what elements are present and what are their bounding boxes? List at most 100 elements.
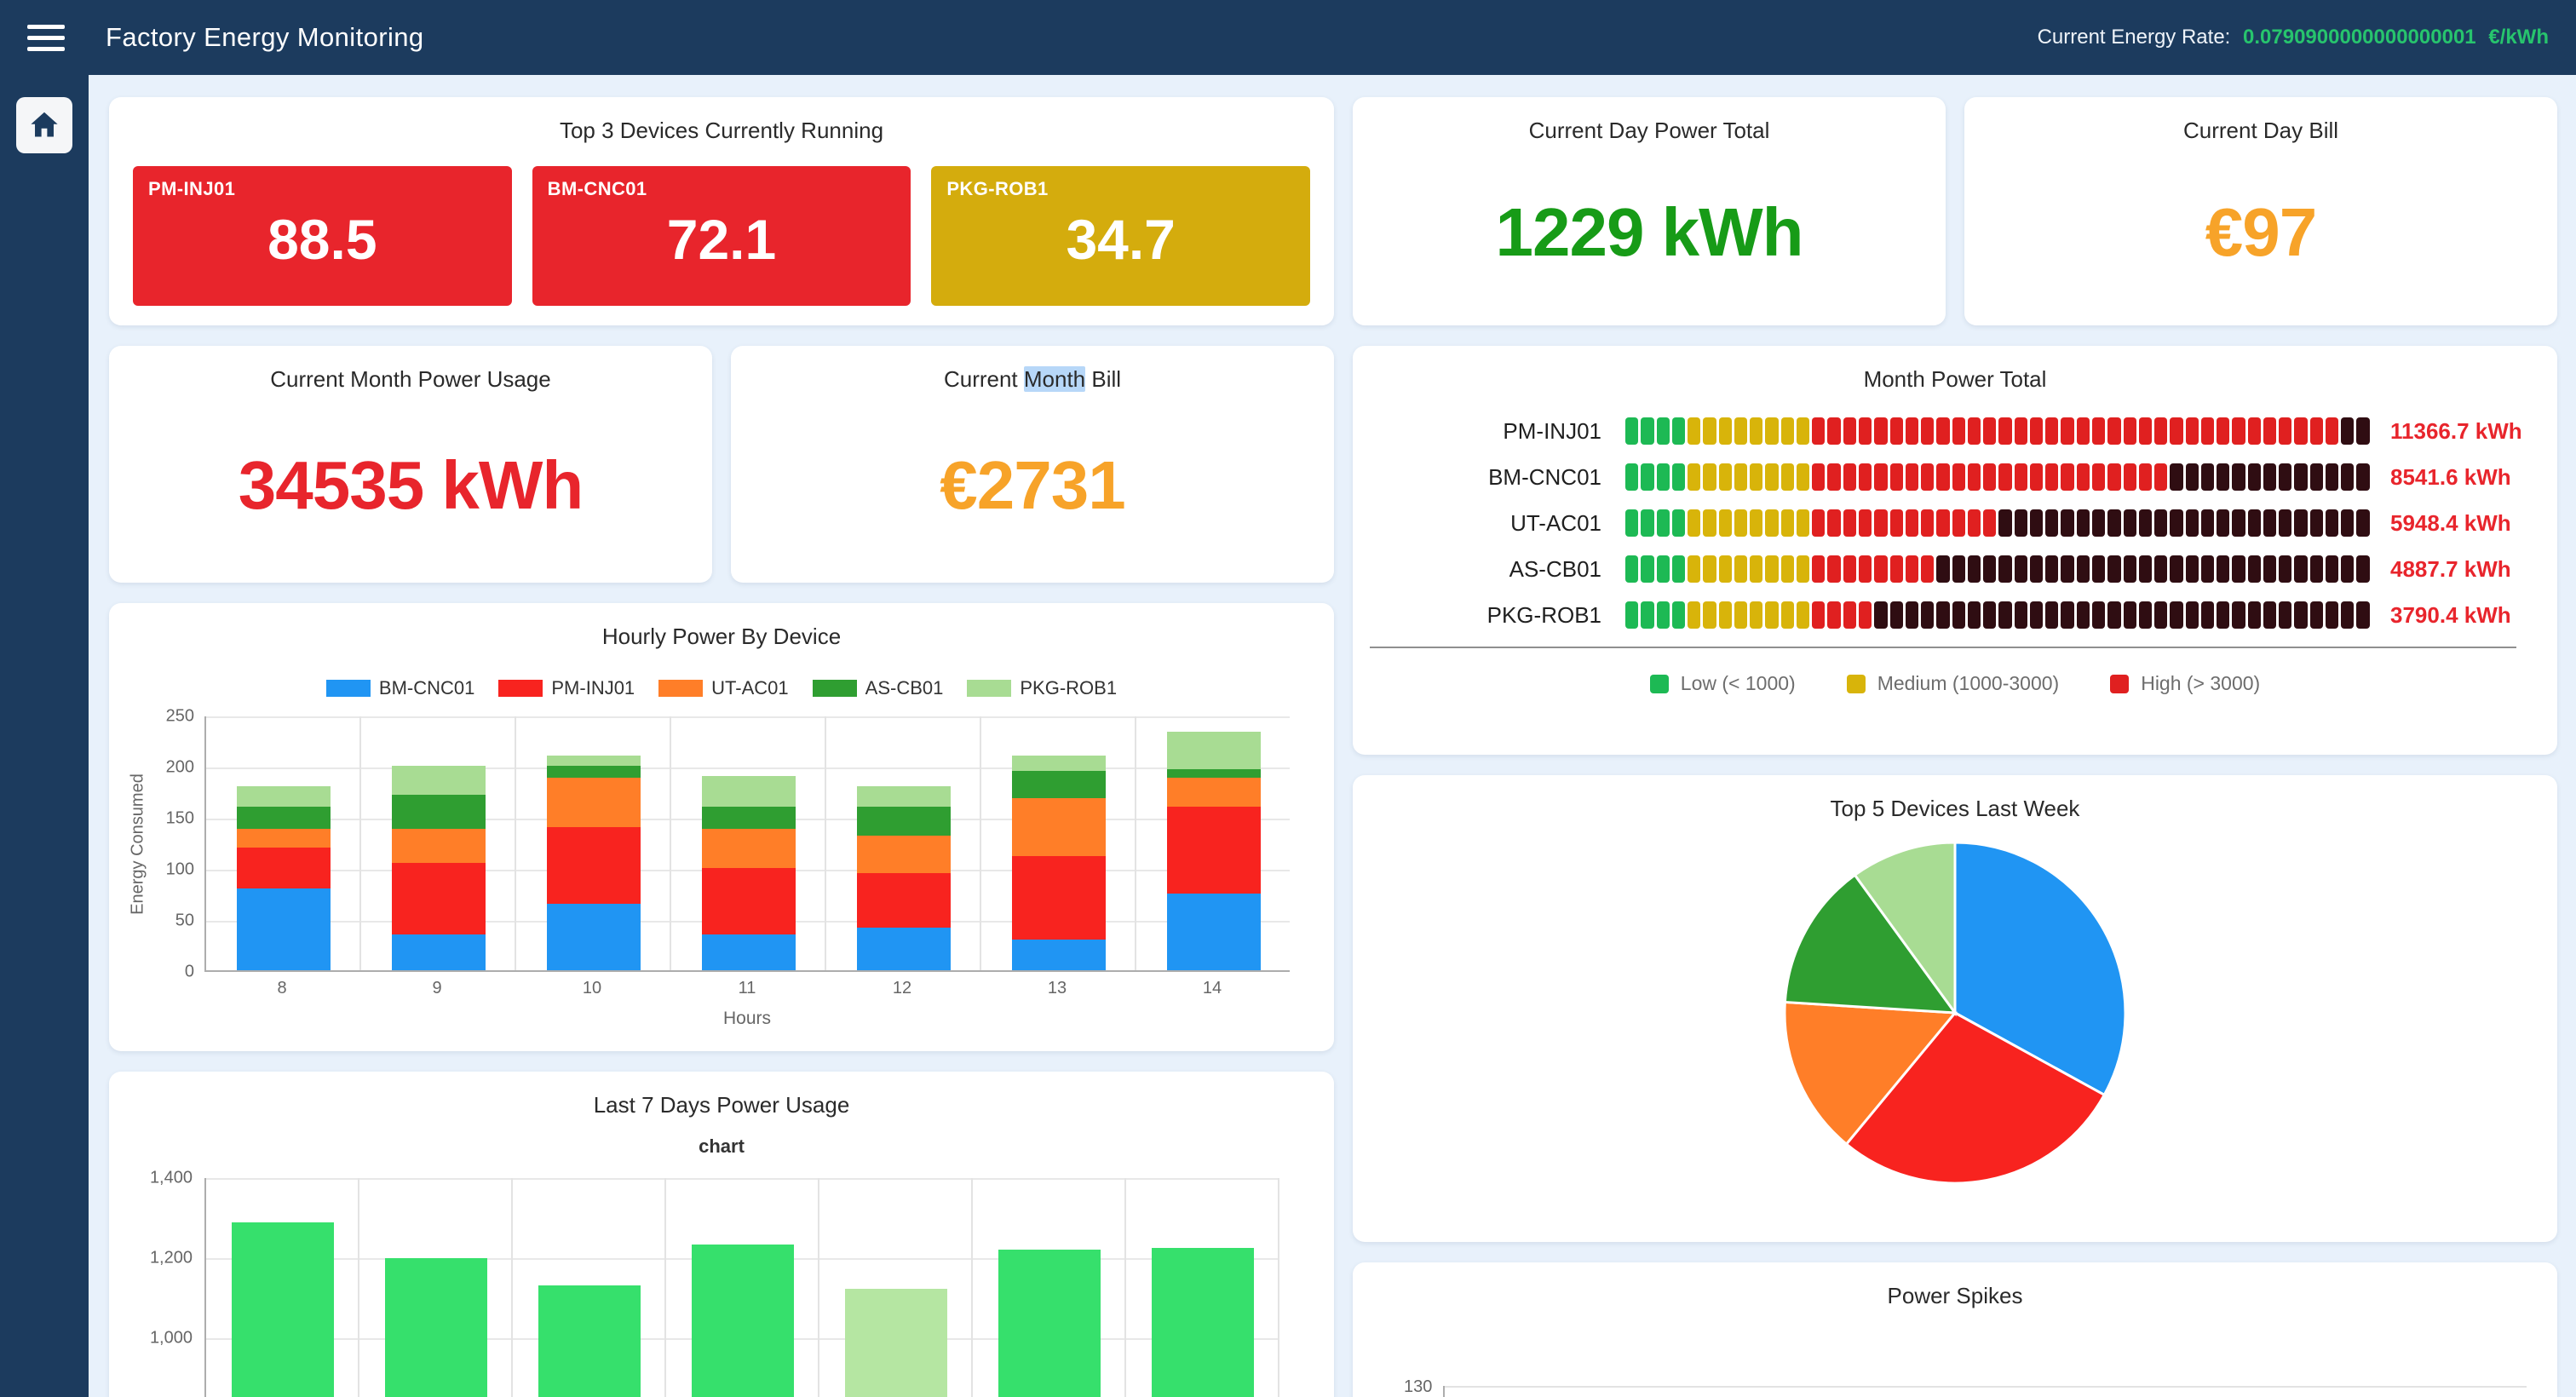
top-navbar: Factory Energy Monitoring Current Energy…	[0, 0, 2576, 75]
bar-segment	[1750, 463, 1762, 491]
stacked-bar-hour-13[interactable]	[1012, 756, 1106, 970]
segment-bar[interactable]	[1625, 601, 2370, 629]
bar-segment	[1781, 417, 1794, 445]
hourly-xlabels: 891011121314	[204, 979, 1290, 998]
stacked-bar-hour-12[interactable]	[857, 786, 951, 970]
y-tick: 250	[166, 707, 194, 727]
bar-segment	[1827, 417, 1840, 445]
month-legend: Low (< 1000)Medium (1000-3000)High (> 30…	[1353, 672, 2557, 695]
stacked-bar-hour-10[interactable]	[547, 756, 641, 970]
bar-segment	[1936, 417, 1949, 445]
segment-bar[interactable]	[1625, 555, 2370, 583]
bar-segment	[1625, 509, 1638, 537]
day-bar[interactable]	[998, 1250, 1101, 1397]
x-tick: 12	[825, 979, 980, 998]
month-bill-selection: Month	[1024, 366, 1085, 392]
bar-segment	[1641, 417, 1653, 445]
bar-segment	[1672, 463, 1685, 491]
energy-rate-unit: €/kWh	[2488, 26, 2549, 49]
bar-segment	[1921, 509, 1934, 537]
energy-rate: Current Energy Rate: 0.07909000000000000…	[2038, 26, 2549, 49]
device-label: PKG-ROB1	[1370, 602, 1625, 629]
stacked-bar-hour-8[interactable]	[237, 786, 331, 970]
bar-segment	[1906, 555, 1918, 583]
bar-segment	[1906, 463, 1918, 491]
bar-segment	[2356, 601, 2369, 629]
PM-INJ01-segment	[857, 873, 951, 928]
menu-bar	[27, 25, 65, 29]
y-tick: 200	[166, 758, 194, 778]
y-tick: 1,200	[150, 1249, 193, 1268]
card-last7-days: Last 7 Days Power Usage chart 1,4001,200…	[109, 1072, 1334, 1397]
stacked-bar-hour-11[interactable]	[702, 776, 796, 970]
bar-segment	[1781, 601, 1794, 629]
bar-value: 4887.7 kWh	[2370, 556, 2530, 583]
y-tick-130: 130	[1404, 1377, 1432, 1397]
stacked-bar-hour-14[interactable]	[1167, 732, 1261, 970]
bar-segment	[2248, 555, 2261, 583]
legend-PKG-ROB1[interactable]: PKG-ROB1	[967, 677, 1117, 699]
bar-segment	[1641, 555, 1653, 583]
bar-segment	[2263, 463, 2276, 491]
bar-segment	[1734, 601, 1747, 629]
legend-PM-INJ01[interactable]: PM-INJ01	[498, 677, 635, 699]
bar-segment	[2045, 463, 2058, 491]
legend-label: Medium (1000-3000)	[1877, 672, 2060, 695]
legend-BM-CNC01[interactable]: BM-CNC01	[326, 677, 474, 699]
day-bar[interactable]	[1152, 1248, 1254, 1397]
legend-AS-CB01[interactable]: AS-CB01	[813, 677, 944, 699]
day-bar[interactable]	[538, 1285, 641, 1397]
day-bar[interactable]	[845, 1289, 947, 1397]
bar-segment	[2124, 417, 2136, 445]
legend-UT-AC01[interactable]: UT-AC01	[658, 677, 788, 699]
y-tick: 150	[166, 809, 194, 829]
day-bar[interactable]	[692, 1245, 794, 1397]
PM-INJ01-segment	[547, 827, 641, 904]
month-bar-row: UT-AC015948.4 kWh	[1370, 509, 2530, 538]
segment-bar[interactable]	[1625, 463, 2370, 491]
bar-segment	[2326, 601, 2338, 629]
bar-segment	[2186, 555, 2199, 583]
stacked-bar-hour-9[interactable]	[392, 766, 486, 970]
bar-segment	[1921, 463, 1934, 491]
bar-segment	[1797, 417, 1809, 445]
x-tick: 14	[1135, 979, 1290, 998]
device-label: AS-CB01	[1370, 556, 1625, 583]
sidebar-item-home[interactable]	[0, 97, 89, 153]
gridline	[1445, 1386, 2527, 1388]
day-bar[interactable]	[385, 1258, 487, 1397]
bar-segment	[2263, 555, 2276, 583]
day-bar[interactable]	[232, 1222, 334, 1397]
bar-segment	[1688, 601, 1700, 629]
hourly-yticks: 250200150100500	[150, 716, 204, 972]
bar-segment	[2341, 509, 2354, 537]
UT-AC01-segment	[857, 836, 951, 873]
menu-icon[interactable]	[27, 21, 65, 55]
legend-label: UT-AC01	[711, 677, 788, 699]
segment-bar[interactable]	[1625, 509, 2370, 537]
PKG-ROB1-segment	[392, 766, 486, 795]
bar-segment	[1797, 509, 1809, 537]
bar-segment	[1906, 509, 1918, 537]
bar-segment	[2107, 555, 2120, 583]
bar-segment	[1874, 601, 1887, 629]
device-label: BM-CNC01	[1370, 464, 1625, 491]
bar-segment	[1797, 555, 1809, 583]
bar-segment	[1921, 601, 1934, 629]
bar-segment	[1936, 509, 1949, 537]
bar-segment	[1968, 417, 1981, 445]
bar-segment	[2015, 601, 2027, 629]
PKG-ROB1-segment	[702, 776, 796, 807]
bar-segment	[2077, 555, 2090, 583]
bar-segment	[2232, 555, 2245, 583]
PM-INJ01-segment	[702, 868, 796, 934]
bar-segment	[1890, 463, 1903, 491]
segment-bar[interactable]	[1625, 417, 2370, 445]
bar-segment	[1827, 509, 1840, 537]
bar-segment	[2077, 463, 2090, 491]
device-tile-PKG-ROB1: PKG-ROB134.7	[931, 166, 1310, 306]
bar-value: 8541.6 kWh	[2370, 464, 2530, 491]
bar-segment	[2154, 509, 2167, 537]
bar-segment	[2015, 555, 2027, 583]
bar-segment	[2061, 555, 2073, 583]
